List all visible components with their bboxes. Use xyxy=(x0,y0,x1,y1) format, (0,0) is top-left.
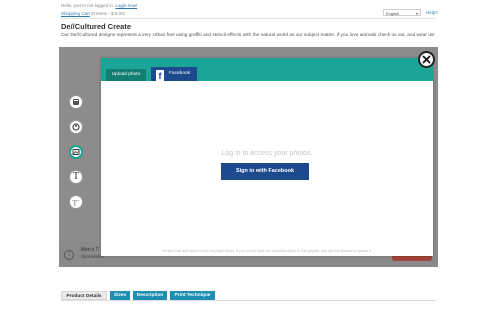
tab-sizes[interactable]: Sizes xyxy=(110,291,130,300)
text-icon: T xyxy=(72,171,80,182)
product-icon xyxy=(72,93,80,111)
text-tool-button[interactable]: T xyxy=(69,170,83,184)
tab-facebook[interactable]: f Facebook xyxy=(151,67,197,81)
page-description: Our De//Cultured designs represent a ver… xyxy=(61,33,435,38)
facebook-signin-button[interactable]: Sign in with Facebook xyxy=(221,163,309,180)
tab-facebook-label: Facebook xyxy=(169,71,191,76)
language-value: English xyxy=(386,11,400,16)
cart-summary: (0 items - $ 0.00) xyxy=(91,11,126,16)
tab-product-details[interactable]: Product Details xyxy=(61,291,107,300)
design-icon xyxy=(72,118,80,136)
upload-photo-dialog: Upload photo f Facebook Log in to access… xyxy=(101,58,433,256)
product-name: Men's T xyxy=(81,247,99,253)
page-title: De//Cultured Create xyxy=(61,22,132,31)
design-tool-button[interactable] xyxy=(69,120,83,134)
tab-description[interactable]: Description xyxy=(133,291,167,300)
login-prompt: Log in to access your photos. xyxy=(221,150,313,157)
dialog-header: Upload photo f Facebook xyxy=(101,58,433,81)
info-icon[interactable]: i xyxy=(64,250,74,260)
close-dialog-button[interactable] xyxy=(418,51,435,68)
image-upload-icon xyxy=(72,143,80,161)
greeting-text: Hello, you're not logged in. xyxy=(61,3,115,8)
text-plus-tool-button[interactable]: T+ xyxy=(69,195,83,209)
facebook-icon: f xyxy=(156,70,164,81)
product-tool-button[interactable] xyxy=(69,95,83,109)
image-upload-tool-button[interactable] xyxy=(69,145,83,159)
chevron-down-icon: ▾ xyxy=(415,11,418,16)
text-plus-icon: T+ xyxy=(72,197,80,208)
close-icon xyxy=(422,51,431,69)
divider xyxy=(61,300,436,301)
tab-print-technique[interactable]: Print Technique xyxy=(170,291,215,300)
cart-status: Shopping Cart (0 items - $ 0.00) xyxy=(61,11,125,16)
language-select[interactable]: English ▾ xyxy=(383,9,421,16)
copyright-note: Please read and agree to the copyright t… xyxy=(162,249,372,253)
tab-upload-photo[interactable]: Upload photo xyxy=(106,69,146,81)
divider xyxy=(61,18,436,19)
help-link[interactable]: Help? xyxy=(426,10,438,15)
shopping-cart-link[interactable]: Shopping Cart xyxy=(61,11,90,16)
login-link[interactable]: Login now! xyxy=(115,3,137,8)
login-status: Hello, you're not logged in. Login now! xyxy=(61,3,137,8)
